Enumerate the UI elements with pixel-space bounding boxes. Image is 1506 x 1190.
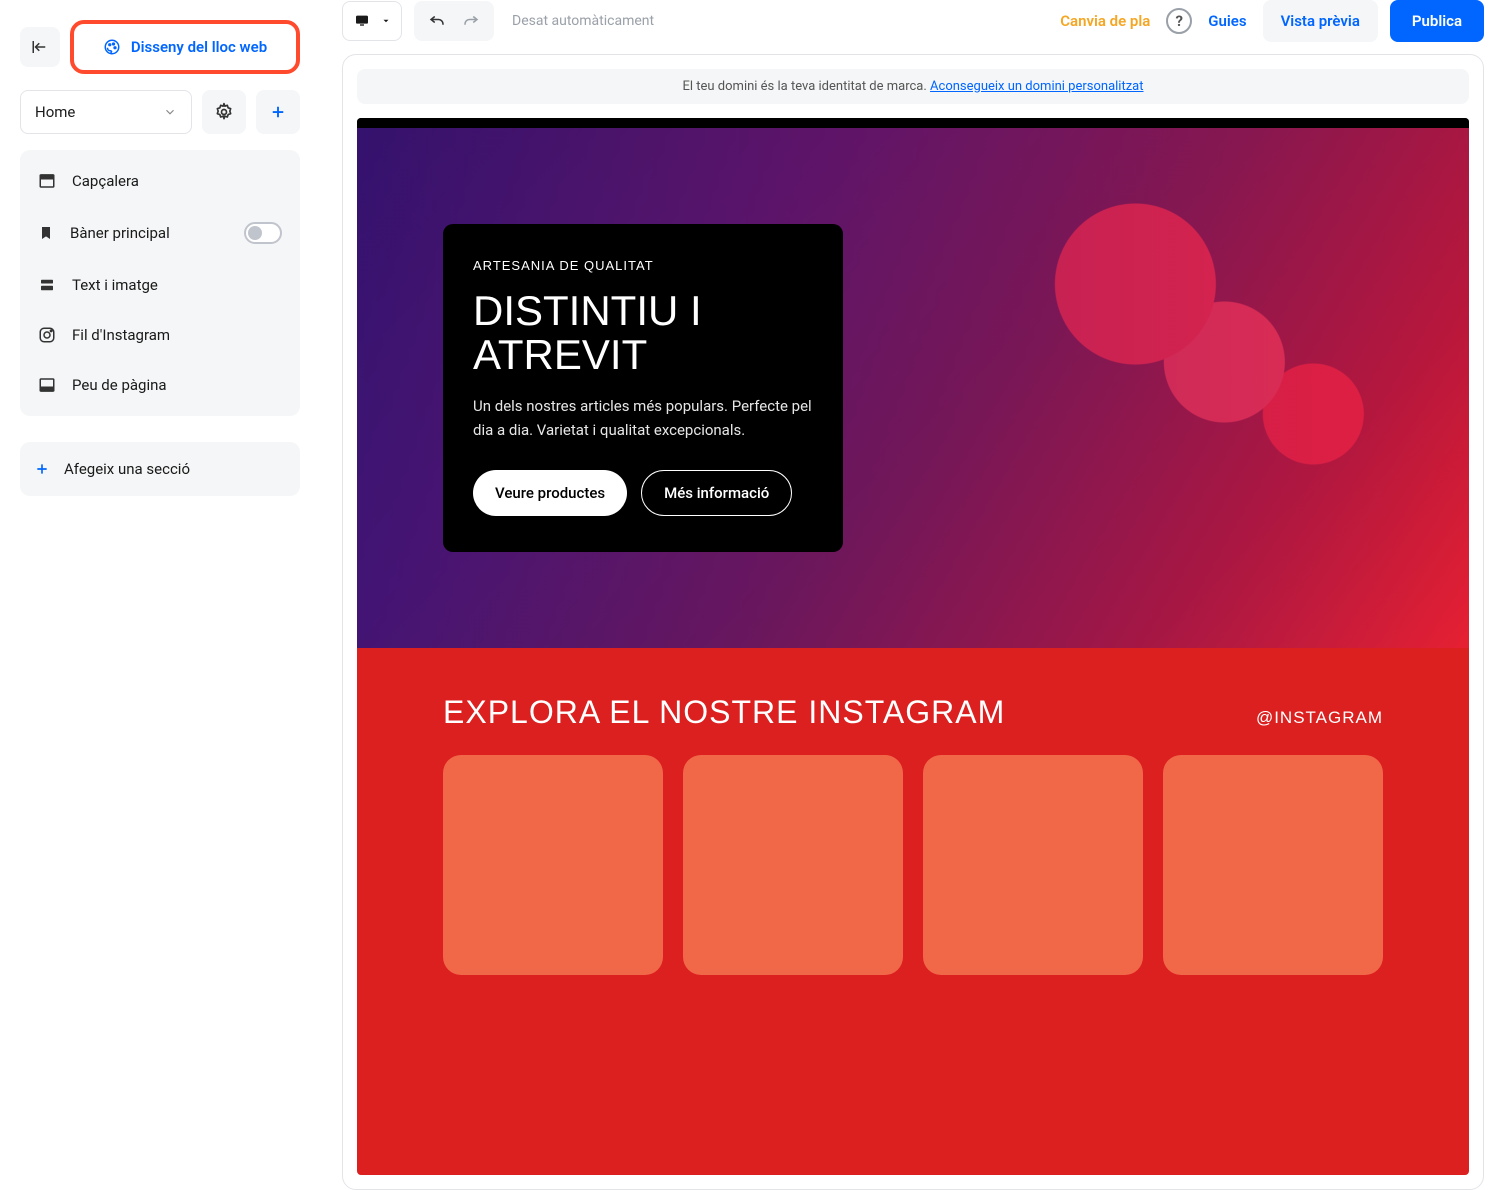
- palette-icon: [103, 38, 121, 56]
- toolbar: Desat automàticament Canvia de pla ? Gui…: [320, 0, 1506, 42]
- instagram-card[interactable]: [1163, 755, 1383, 975]
- page-select-value: Home: [35, 103, 75, 121]
- instagram-card[interactable]: [443, 755, 663, 975]
- hero-eyebrow: ARTESANIA DE QUALITAT: [473, 258, 813, 273]
- publish-button[interactable]: Publica: [1390, 0, 1484, 42]
- device-selector[interactable]: [342, 1, 402, 41]
- instagram-card[interactable]: [683, 755, 903, 975]
- caret-down-icon: [381, 16, 391, 26]
- section-header[interactable]: Capçalera: [26, 156, 294, 206]
- section-banner[interactable]: Bàner principal: [26, 206, 294, 260]
- autosave-status: Desat automàticament: [512, 13, 654, 29]
- instagram-icon: [38, 326, 56, 344]
- undo-button[interactable]: [420, 4, 454, 38]
- plus-icon: [269, 103, 287, 121]
- redo-icon: [462, 12, 480, 30]
- section-label: Text i imatge: [72, 276, 158, 294]
- page-select[interactable]: Home: [20, 90, 192, 134]
- section-label: Peu de pàgina: [72, 376, 167, 394]
- domain-banner: El teu domini és la teva identitat de ma…: [357, 69, 1469, 104]
- section-footer[interactable]: Peu de pàgina: [26, 360, 294, 410]
- sidebar: Disseny del lloc web Home Capçalera Bàne…: [0, 0, 320, 920]
- hero-cta-primary[interactable]: Veure productes: [473, 470, 627, 516]
- instagram-grid: [443, 755, 1383, 975]
- hero-section[interactable]: ARTESANIA DE QUALITAT DISTINTIU I ATREVI…: [357, 118, 1469, 648]
- hero-title: DISTINTIU I ATREVIT: [473, 289, 813, 377]
- change-plan-link[interactable]: Canvia de pla: [1056, 4, 1154, 38]
- footer-icon: [38, 376, 56, 394]
- section-text-image[interactable]: Text i imatge: [26, 260, 294, 310]
- undo-icon: [428, 12, 446, 30]
- section-instagram[interactable]: Fil d'Instagram: [26, 310, 294, 360]
- stack-icon: [38, 276, 56, 294]
- desktop-icon: [353, 13, 371, 29]
- hero-cta-secondary[interactable]: Més informació: [641, 470, 792, 516]
- chevron-down-icon: [163, 105, 177, 119]
- back-icon: [31, 38, 49, 56]
- instagram-title: EXPLORA EL NOSTRE INSTAGRAM: [443, 694, 1005, 731]
- bookmark-icon: [38, 224, 54, 242]
- canvas-frame: El teu domini és la teva identitat de ma…: [342, 54, 1484, 1190]
- add-section-button[interactable]: Afegeix una secció: [20, 442, 300, 496]
- help-button[interactable]: ?: [1166, 8, 1192, 34]
- hero-card: ARTESANIA DE QUALITAT DISTINTIU I ATREVI…: [443, 224, 843, 552]
- design-site-button[interactable]: Disseny del lloc web: [70, 20, 300, 74]
- design-site-label: Disseny del lloc web: [131, 38, 267, 56]
- section-label: Bàner principal: [70, 224, 170, 242]
- hero-description: Un dels nostres articles més populars. P…: [473, 395, 813, 442]
- add-page-button[interactable]: [256, 90, 300, 134]
- preview-button[interactable]: Vista prèvia: [1263, 0, 1378, 42]
- history-controls: [414, 1, 494, 41]
- add-section-label: Afegeix una secció: [64, 460, 190, 478]
- header-icon: [38, 172, 56, 190]
- section-label: Capçalera: [72, 172, 139, 190]
- instagram-section[interactable]: EXPLORA EL NOSTRE INSTAGRAM @INSTAGRAM: [357, 648, 1469, 1175]
- instagram-handle[interactable]: @INSTAGRAM: [1256, 708, 1383, 728]
- section-label: Fil d'Instagram: [72, 326, 170, 344]
- domain-banner-link[interactable]: Aconsegueix un domini personalitzat: [930, 79, 1143, 94]
- gear-icon: [214, 102, 234, 122]
- back-button[interactable]: [20, 27, 60, 67]
- domain-banner-text: El teu domini és la teva identitat de ma…: [682, 79, 926, 94]
- banner-toggle[interactable]: [244, 222, 282, 244]
- plus-icon: [34, 461, 50, 477]
- sections-list: Capçalera Bàner principal Text i imatge …: [20, 150, 300, 416]
- instagram-card[interactable]: [923, 755, 1143, 975]
- main: Desat automàticament Canvia de pla ? Gui…: [320, 0, 1506, 920]
- site-preview[interactable]: ARTESANIA DE QUALITAT DISTINTIU I ATREVI…: [357, 118, 1469, 1175]
- guides-link[interactable]: Guies: [1204, 4, 1250, 38]
- page-settings-button[interactable]: [202, 90, 246, 134]
- redo-button[interactable]: [454, 4, 488, 38]
